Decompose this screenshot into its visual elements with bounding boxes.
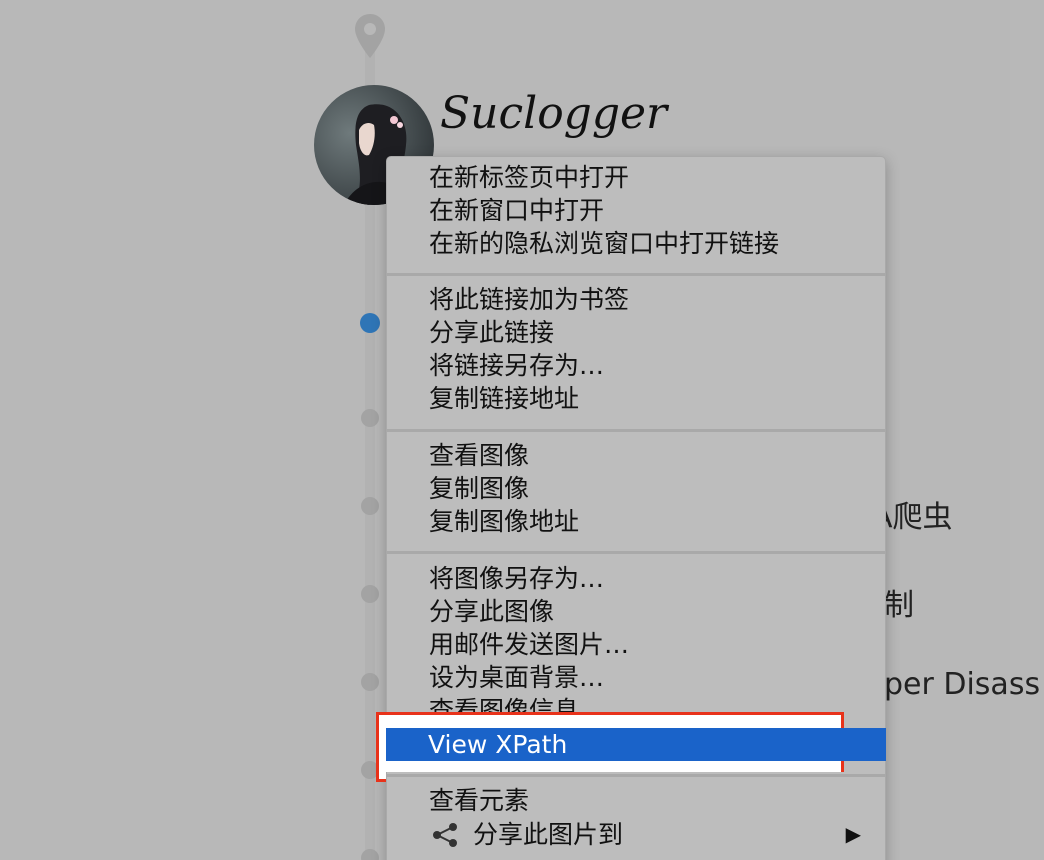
menu-item-view-xpath[interactable]: View XPath [386,728,886,761]
menu-item-save-image-as[interactable]: 将图像另存为… [387,562,885,595]
timeline-dot[interactable] [361,409,379,427]
menu-item-copy-link-address[interactable]: 复制链接地址 [387,382,885,415]
menu-item-email-image[interactable]: 用邮件发送图片… [387,628,885,661]
menu-item-share-link[interactable]: 分享此链接 [387,316,885,349]
post-title-snippet[interactable]: 制 [884,580,914,624]
menu-item-share-image-to[interactable]: 分享此图片到 ▶ [387,818,885,851]
menu-item-inspect-element[interactable]: 查看元素 [387,784,885,817]
menu-item-save-link-as[interactable]: 将链接另存为… [387,349,885,382]
timeline-dot[interactable] [361,673,379,691]
context-menu-lower: 查看元素 分享此图片到 ▶ [386,772,886,860]
menu-item-copy-image-address[interactable]: 复制图像地址 [387,505,885,538]
menu-item-open-private-window[interactable]: 在新的隐私浏览窗口中打开链接 [387,227,885,260]
menu-separator [387,551,885,554]
location-pin-icon [355,14,385,58]
post-title-snippet[interactable]: per Disass [884,667,1040,702]
timeline-dot[interactable] [361,849,379,860]
timeline-dot[interactable] [361,497,379,515]
share-icon [433,823,457,847]
menu-item-view-image[interactable]: 查看图像 [387,439,885,472]
menu-separator [387,774,885,777]
menu-item-open-new-tab[interactable]: 在新标签页中打开 [387,161,885,194]
site-title[interactable]: Suclogger [440,88,667,139]
menu-item-copy-image[interactable]: 复制图像 [387,472,885,505]
menu-separator [387,429,885,432]
menu-item-bookmark-link[interactable]: 将此链接加为书签 [387,283,885,316]
timeline-dot-active[interactable] [360,313,380,333]
page: Suclogger A爬虫 制 per Disass 在新标签页中打开 在新窗口… [0,0,1044,860]
menu-item-label: 分享此图片到 [473,820,624,849]
timeline-dot[interactable] [361,585,379,603]
submenu-arrow-icon: ▶ [845,822,861,846]
menu-item-set-desktop-background[interactable]: 设为桌面背景… [387,661,885,694]
menu-separator [387,273,885,276]
menu-item-share-image[interactable]: 分享此图像 [387,595,885,628]
menu-item-open-new-window[interactable]: 在新窗口中打开 [387,194,885,227]
